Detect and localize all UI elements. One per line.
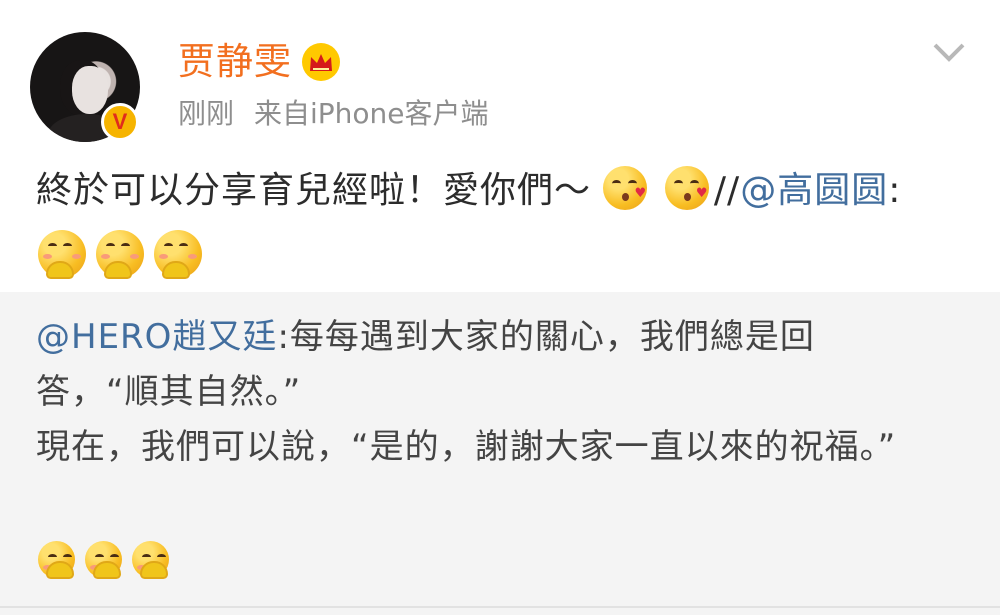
repost-line-two: 現在，我們可以說，“是的，謝謝大家一直以來的祝福。” [36, 427, 897, 467]
hands-icon [46, 561, 74, 579]
hands-icon [140, 561, 168, 579]
kiss-lips-icon [683, 193, 691, 201]
crown-icon [302, 43, 340, 81]
repost-emoji-row [38, 541, 169, 579]
blushing-hand-emoji [154, 230, 202, 279]
heart-icon: ♥ [634, 186, 648, 201]
post-main-text: 終於可以分享育兒經啦！愛你們～ [36, 170, 592, 211]
cheek-icon [101, 254, 110, 259]
post-meta: 刚刚 来自iPhone客户端 [178, 94, 489, 134]
blushing-hand-emoji [132, 541, 169, 579]
hands-icon [162, 261, 190, 279]
bottom-divider [0, 606, 1000, 608]
verified-badge-icon: V [101, 103, 139, 141]
kissing-heart-emoji: ♥ [603, 166, 648, 210]
blushing-hand-emoji [38, 541, 75, 579]
blushing-hand-emoji [96, 230, 144, 279]
blushing-hand-emoji [38, 230, 86, 279]
blushing-hand-emoji [85, 541, 122, 579]
mention-link[interactable]: @高圆圆 [740, 170, 888, 211]
post-time: 刚刚 [178, 97, 235, 130]
chevron-down-icon-svg [933, 43, 965, 62]
cheek-icon [188, 254, 197, 259]
hands-icon [104, 261, 132, 279]
repost-separator: // [713, 170, 741, 211]
kiss-lips-icon [622, 193, 630, 201]
avatar-face [72, 66, 108, 114]
cheek-icon [72, 254, 81, 259]
colon: : [888, 170, 902, 211]
cheek-icon [159, 254, 168, 259]
reposted-message[interactable]: @HERO趙又廷:每每遇到大家的關心，我們總是回答，“順其自然。” 現在，我們可… [0, 292, 1000, 615]
post-body: 終於可以分享育兒經啦！愛你們～ ♥ ♥ //@高圆圆: [36, 166, 976, 216]
repost-text: @HERO趙又廷:每每遇到大家的關心，我們總是回答，“順其自然。” 現在，我們可… [36, 310, 916, 475]
kissing-heart-emoji: ♥ [664, 166, 709, 210]
user-name-row[interactable]: 贾静雯 [178, 38, 340, 86]
hands-icon [46, 261, 74, 279]
hands-icon [93, 561, 121, 579]
crown-icon-svg [310, 53, 332, 71]
username[interactable]: 贾静雯 [178, 38, 292, 86]
post-emoji-row [38, 230, 202, 279]
post-source[interactable]: 来自iPhone客户端 [254, 94, 489, 134]
cheek-icon [43, 254, 52, 259]
repost-author-mention[interactable]: @HERO趙又廷 [36, 317, 277, 357]
cheek-icon [130, 254, 139, 259]
heart-icon: ♥ [695, 186, 709, 201]
chevron-down-icon[interactable] [922, 32, 976, 70]
post-header: V 贾静雯 刚刚 来自iPhone客户端 [0, 0, 1000, 160]
